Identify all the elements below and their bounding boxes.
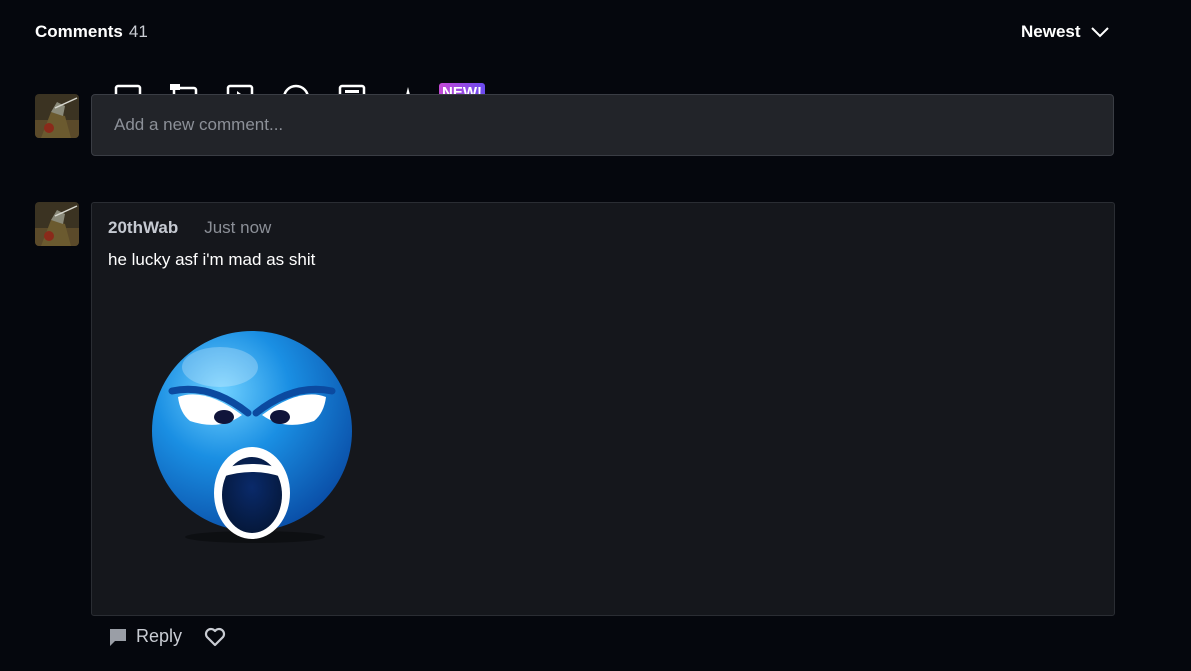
- reply-button[interactable]: Reply: [108, 626, 182, 647]
- comment-input-placeholder: Add a new comment...: [114, 115, 284, 134]
- comments-title: Comments: [35, 22, 123, 41]
- comment-meta: 20thWab Just now: [108, 218, 271, 238]
- comment-input[interactable]: Add a new comment...: [91, 94, 1114, 156]
- comment-text: he lucky asf i'm mad as shit: [108, 250, 316, 269]
- comments-count: 41: [128, 22, 148, 41]
- sort-dropdown[interactable]: Newest: [1021, 22, 1109, 42]
- comment-actions: Reply: [108, 626, 226, 647]
- comment-username[interactable]: 20thWab: [108, 218, 178, 238]
- comment-author-avatar[interactable]: [35, 202, 79, 246]
- chat-bubble-icon: [110, 628, 126, 646]
- heart-icon: [204, 627, 226, 646]
- angry-emoji-image: [152, 331, 352, 543]
- chevron-down-icon: [1090, 27, 1109, 38]
- sort-label: Newest: [1021, 22, 1081, 41]
- current-user-avatar[interactable]: [35, 94, 79, 138]
- comments-header: Comments 41: [35, 22, 148, 42]
- like-button[interactable]: [204, 627, 226, 647]
- reply-label: Reply: [136, 626, 183, 646]
- comment-timestamp: Just now: [204, 218, 272, 237]
- comment-card: 20thWab Just now he lucky asf i'm mad as…: [91, 202, 1115, 616]
